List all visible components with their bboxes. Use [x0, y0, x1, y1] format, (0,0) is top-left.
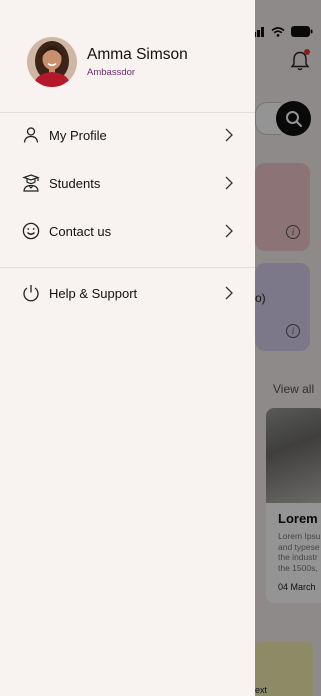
- avatar: [27, 37, 77, 87]
- smiley-icon: [22, 222, 40, 240]
- profile-name: Amma Simson: [87, 46, 188, 63]
- chevron-right-icon: [225, 286, 233, 300]
- chevron-right-icon: [225, 176, 233, 190]
- menu-item-help-support[interactable]: Help & Support: [0, 275, 255, 311]
- menu-item-contact-us[interactable]: Contact us: [0, 213, 255, 249]
- profile-header[interactable]: Amma Simson Ambassdor: [27, 37, 188, 87]
- menu-item-label: My Profile: [49, 127, 107, 143]
- chevron-right-icon: [225, 224, 233, 238]
- profile-role: Ambassdor: [87, 67, 136, 78]
- menu-item-label: Students: [49, 175, 101, 191]
- menu-item-label: Help & Support: [49, 285, 138, 301]
- power-icon: [22, 284, 40, 302]
- chevron-right-icon: [225, 128, 233, 142]
- user-icon: [22, 126, 40, 144]
- divider: [0, 267, 255, 268]
- graduate-icon: [22, 174, 40, 192]
- menu-item-label: Contact us: [49, 223, 112, 239]
- divider: [0, 112, 255, 113]
- menu-item-my-profile[interactable]: My Profile: [0, 117, 255, 153]
- navigation-drawer: Amma Simson Ambassdor My Profile Student…: [0, 0, 255, 696]
- menu-item-students[interactable]: Students: [0, 165, 255, 201]
